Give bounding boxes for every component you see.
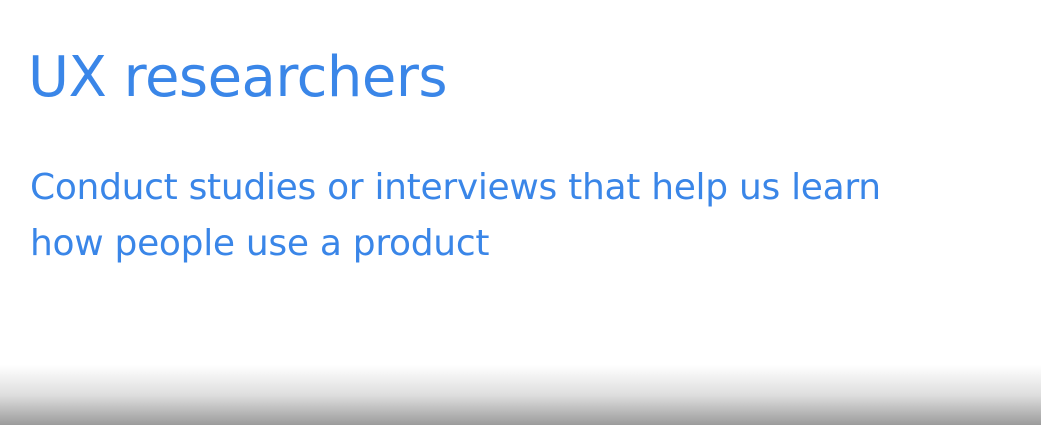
slide: UX researchers Conduct studies or interv… (0, 0, 1041, 425)
bottom-shadow (0, 365, 1041, 425)
slide-body-line-1: Conduct studies or interviews that help … (30, 167, 881, 208)
slide-body: Conduct studies or interviews that help … (30, 160, 1010, 272)
slide-title: UX researchers (28, 45, 448, 110)
slide-body-line-2: how people use a product (30, 223, 490, 264)
